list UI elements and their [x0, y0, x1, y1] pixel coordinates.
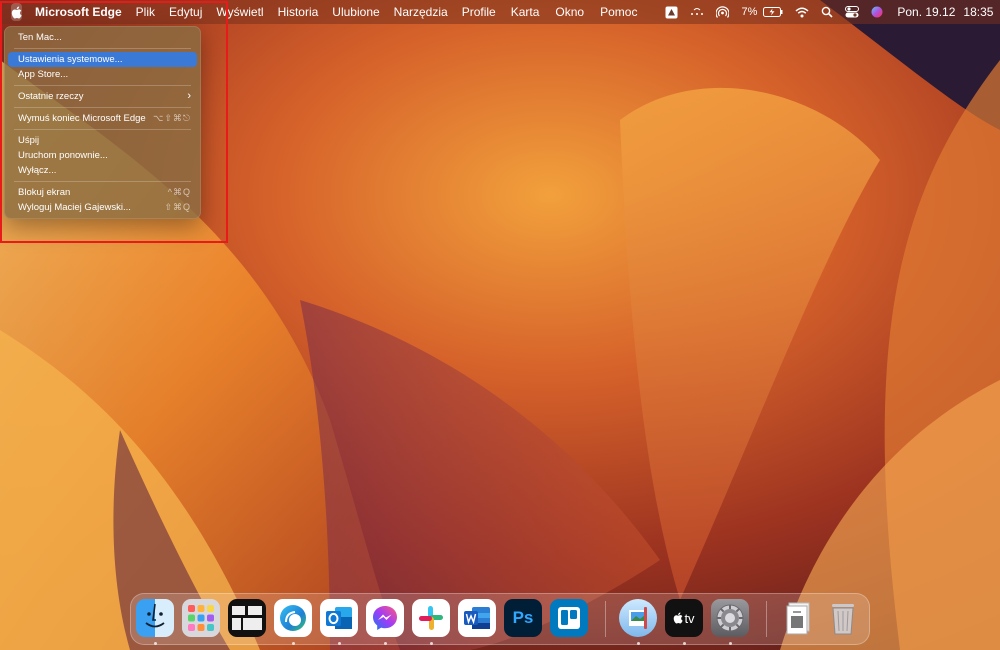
- menubar-time: 18:35: [963, 5, 994, 19]
- dock-mission-control-icon[interactable]: [228, 599, 266, 637]
- dock-launchpad-icon[interactable]: [182, 599, 220, 637]
- spotlight-search-icon[interactable]: [821, 6, 833, 18]
- dock-trash-icon[interactable]: [824, 599, 862, 637]
- dock-separator: [766, 601, 767, 637]
- menubar-date: Pon. 19.12: [897, 5, 956, 19]
- dock-slack-icon[interactable]: [412, 599, 450, 637]
- dock: Ps tv: [130, 593, 870, 645]
- photoshop-label: Ps: [512, 608, 534, 627]
- dock-photoshop-icon[interactable]: Ps: [504, 599, 542, 637]
- dock-finder-icon[interactable]: [136, 599, 174, 637]
- dock-word-icon[interactable]: [458, 599, 496, 637]
- battery-percent: 7%: [741, 6, 758, 18]
- menu-help[interactable]: Pomoc: [592, 5, 645, 19]
- dock-document-stack-icon[interactable]: [780, 599, 818, 637]
- menu-window[interactable]: Okno: [547, 5, 592, 19]
- dock-edge-icon[interactable]: [274, 599, 312, 637]
- dock-running-indicator: [683, 642, 686, 645]
- menu-tab[interactable]: Karta: [503, 5, 548, 19]
- dock-running-indicator: [292, 642, 295, 645]
- airdrop-icon[interactable]: [716, 5, 730, 19]
- menubar-clock[interactable]: Pon. 19.12 18:35: [897, 5, 993, 19]
- dock-running-indicator: [430, 642, 433, 645]
- apple-tv-label: tv: [684, 610, 695, 626]
- annotation-highlight-box: [0, 1, 228, 243]
- dock-running-indicator: [637, 642, 640, 645]
- dock-outlook-icon[interactable]: [320, 599, 358, 637]
- battery-icon[interactable]: [763, 7, 783, 17]
- menu-profile[interactable]: Profile: [455, 5, 503, 19]
- dots-status-icon[interactable]: [690, 7, 704, 17]
- dock-running-indicator: [154, 642, 157, 645]
- dock-separator: [605, 601, 606, 637]
- drive-icon[interactable]: [665, 6, 678, 19]
- siri-icon[interactable]: [871, 6, 883, 18]
- wifi-icon[interactable]: [795, 7, 809, 18]
- control-center-icon[interactable]: [845, 6, 860, 18]
- dock-trello-icon[interactable]: [550, 599, 588, 637]
- dock-messenger-icon[interactable]: [366, 599, 404, 637]
- menu-tools[interactable]: Narzędzia: [387, 5, 455, 19]
- dock-apple-tv-icon[interactable]: tv: [665, 599, 703, 637]
- dock-running-indicator: [384, 642, 387, 645]
- dock-running-indicator: [729, 642, 732, 645]
- dock-running-indicator: [338, 642, 341, 645]
- menu-history[interactable]: Historia: [271, 5, 326, 19]
- dock-settings-icon[interactable]: [711, 599, 749, 637]
- menu-favorites[interactable]: Ulubione: [325, 5, 386, 19]
- dock-preview-icon[interactable]: [619, 599, 657, 637]
